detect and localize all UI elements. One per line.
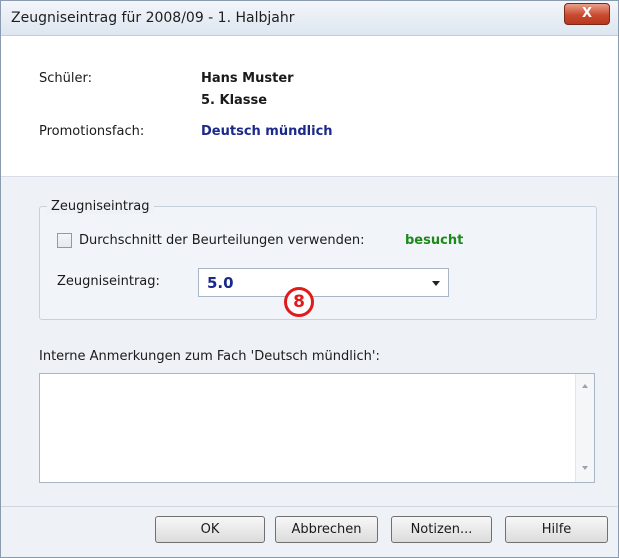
entry-dropdown[interactable]: 5.0 — [198, 268, 449, 297]
notes-textarea[interactable] — [39, 373, 595, 483]
scroll-down-icon[interactable] — [582, 466, 588, 470]
entry-field-label: Zeugniseintrag: — [57, 274, 160, 289]
title-bar: Zeugniseintrag für 2008/09 - 1. Halbjahr… — [1, 1, 618, 36]
status-text: besucht — [405, 233, 464, 248]
cancel-button[interactable]: Abbrechen — [275, 516, 378, 543]
close-button[interactable]: X — [564, 3, 610, 25]
window-title: Zeugniseintrag für 2008/09 - 1. Halbjahr — [11, 10, 295, 26]
ok-button[interactable]: OK — [155, 516, 265, 543]
student-class: 5. Klasse — [201, 93, 268, 108]
notes-scrollbar[interactable] — [575, 374, 594, 482]
groupbox-title: Zeugniseintrag — [47, 199, 154, 214]
annotation-marker: 8 — [284, 287, 314, 317]
average-checkbox-label[interactable]: Durchschnitt der Beurteilungen verwenden… — [79, 233, 364, 248]
button-divider — [1, 506, 618, 507]
subject-label: Promotionsfach: — [39, 124, 145, 139]
subject-value: Deutsch mündlich — [201, 124, 333, 139]
scroll-up-icon[interactable] — [582, 384, 588, 388]
student-name: Hans Muster — [201, 71, 294, 86]
notes-button[interactable]: Notizen... — [391, 516, 492, 543]
average-checkbox[interactable] — [57, 233, 72, 248]
help-button[interactable]: Hilfe — [505, 516, 608, 543]
entry-groupbox — [39, 206, 597, 320]
student-info-panel: Schüler: Hans Muster 5. Klasse Promotion… — [1, 36, 618, 177]
dialog-window: Zeugniseintrag für 2008/09 - 1. Halbjahr… — [0, 0, 619, 558]
student-label: Schüler: — [39, 71, 92, 86]
entry-dropdown-value: 5.0 — [207, 274, 234, 292]
notes-label: Interne Anmerkungen zum Fach 'Deutsch mü… — [39, 349, 380, 364]
chevron-down-icon[interactable] — [432, 281, 440, 286]
